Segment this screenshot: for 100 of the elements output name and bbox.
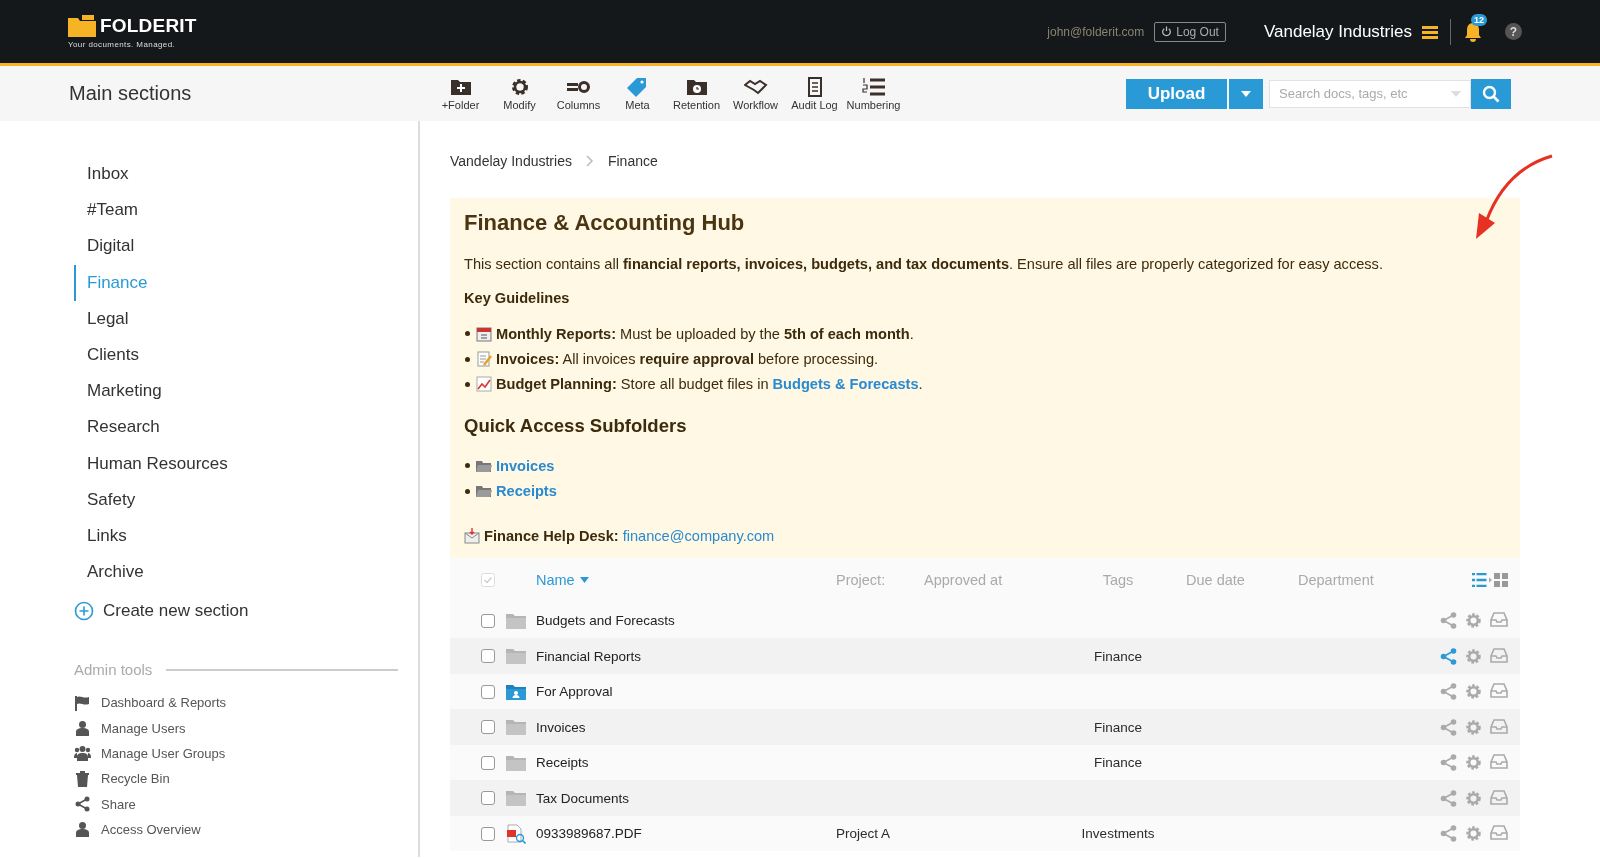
inbox-icon[interactable]: [1490, 612, 1508, 628]
sidebar-item[interactable]: Links: [74, 517, 418, 555]
table-row[interactable]: Receipts Finance: [450, 744, 1520, 781]
toolbar-button[interactable]: Retention: [667, 76, 726, 111]
row-checkbox[interactable]: [481, 720, 495, 735]
sidebar-item[interactable]: Human Resources: [74, 445, 418, 482]
admin-menu-item[interactable]: Manage Users: [74, 715, 418, 741]
help-button[interactable]: ?: [1505, 23, 1522, 40]
share-icon[interactable]: [1440, 789, 1457, 807]
settings-icon[interactable]: [1465, 647, 1482, 665]
inbox-icon[interactable]: [1490, 718, 1508, 734]
breadcrumb-link[interactable]: Vandelay Industries: [450, 153, 572, 169]
table-row[interactable]: Tax Documents: [450, 780, 1520, 816]
subfolder-link[interactable]: Receipts: [496, 483, 557, 500]
inbox-icon[interactable]: [1490, 647, 1508, 663]
guidelines-heading: Key Guidelines: [464, 290, 571, 306]
toolbar-button[interactable]: Numbering: [844, 76, 903, 111]
chart-icon: [476, 376, 492, 393]
toolbar-button[interactable]: Columns: [549, 76, 608, 111]
logo-text[interactable]: FOLDERIT: [100, 14, 197, 37]
section-heading: Admin tools: [74, 661, 153, 679]
file-name[interactable]: Receipts: [536, 755, 589, 771]
share-icon[interactable]: [1440, 825, 1457, 843]
admin-menu-item[interactable]: Recycle Bin: [74, 766, 418, 792]
sidebar-item[interactable]: Clients: [74, 336, 418, 374]
share-icon[interactable]: [1440, 647, 1457, 665]
admin-menu-item[interactable]: Share: [74, 791, 418, 817]
file-name[interactable]: For Approval: [536, 684, 613, 700]
breadcrumb-link[interactable]: Finance: [607, 153, 658, 169]
sidebar-item[interactable]: Safety: [74, 481, 418, 518]
share-icon[interactable]: [1440, 718, 1457, 736]
folder-icon: [506, 648, 526, 665]
table-row[interactable]: For Approval: [450, 673, 1520, 710]
folder-icon: [476, 484, 492, 499]
row-checkbox[interactable]: [481, 826, 495, 841]
users-icon: [74, 745, 91, 762]
settings-icon[interactable]: [1465, 754, 1482, 772]
share-icon[interactable]: [1440, 754, 1457, 772]
sidebar-item[interactable]: Archive: [74, 554, 418, 591]
upload-dropdown-button[interactable]: [1229, 78, 1263, 109]
settings-icon[interactable]: [1465, 825, 1482, 843]
admin-menu-item[interactable]: Manage User Groups: [74, 740, 418, 767]
toolbar-button[interactable]: +Folder: [431, 76, 490, 111]
share-icon[interactable]: [1440, 612, 1457, 630]
list-view-icon[interactable]: [1472, 573, 1492, 588]
sidebar-item[interactable]: Digital: [74, 228, 418, 265]
settings-icon[interactable]: [1465, 718, 1482, 736]
file-name[interactable]: Invoices: [536, 719, 586, 735]
inbox-icon[interactable]: [1490, 789, 1508, 805]
toolbar-button[interactable]: Workflow: [726, 76, 785, 111]
tagline: Your documents. Managed.: [68, 39, 177, 49]
admin-menu-item[interactable]: Dashboard & Reports: [74, 690, 418, 716]
settings-icon[interactable]: [1465, 683, 1482, 701]
table-row[interactable]: Invoices Finance: [450, 709, 1520, 745]
folder-link[interactable]: Budgets & Forecasts: [772, 376, 919, 393]
toolbar-button[interactable]: Meta: [608, 76, 667, 111]
row-checkbox[interactable]: [481, 613, 495, 628]
folder-icon: [506, 612, 526, 629]
company-name[interactable]: Vandelay Industries: [1263, 21, 1412, 42]
subfolders-heading: Quick Access Subfolders: [464, 415, 688, 438]
row-checkbox[interactable]: [481, 684, 495, 699]
caret-icon: [1240, 89, 1252, 98]
admin-menu-item[interactable]: Access Overview: [74, 816, 418, 843]
table-row[interactable]: Financial Reports Finance: [450, 638, 1520, 674]
row-checkbox[interactable]: [481, 755, 495, 770]
file-name[interactable]: 0933989687.PDF: [536, 826, 642, 842]
user-icon: [74, 720, 91, 737]
grid-view-icon[interactable]: [1494, 573, 1508, 588]
table-row[interactable]: 0933989687.PDF Project A Investments: [450, 815, 1520, 852]
panel-title: Finance & Accounting Hub: [464, 210, 746, 236]
logout-button[interactable]: Log Out: [1154, 21, 1226, 42]
toolbar-button[interactable]: Audit Log: [785, 76, 844, 111]
search-icon: [1482, 84, 1500, 103]
folder-icon: [476, 458, 492, 473]
sidebar-item[interactable]: Legal: [74, 300, 418, 337]
search-field[interactable]: Search docs, tags, etc: [1269, 79, 1471, 108]
share-icon[interactable]: [1440, 683, 1457, 701]
file-name[interactable]: Budgets and Forecasts: [536, 613, 675, 629]
menu-icon[interactable]: [1422, 24, 1438, 39]
inbox-icon[interactable]: [1490, 825, 1508, 841]
subfolder-link[interactable]: Invoices: [496, 457, 555, 474]
row-checkbox[interactable]: [481, 649, 495, 664]
sidebar-item[interactable]: Research: [74, 409, 418, 446]
create-section-button[interactable]: Create new section: [74, 601, 249, 622]
email-link[interactable]: finance@company.com: [622, 527, 775, 544]
envelope-icon: [464, 527, 480, 544]
row-checkbox[interactable]: [481, 791, 495, 806]
file-name[interactable]: Tax Documents: [536, 790, 630, 806]
settings-icon[interactable]: [1465, 612, 1482, 630]
toolbar-button[interactable]: Modify: [490, 76, 549, 111]
sidebar-item[interactable]: Marketing: [74, 373, 418, 410]
inbox-icon[interactable]: [1490, 683, 1508, 699]
pdf-search-icon: [506, 823, 526, 844]
file-name[interactable]: Financial Reports: [536, 648, 642, 664]
settings-icon[interactable]: [1465, 789, 1482, 807]
table-row[interactable]: Budgets and Forecasts: [450, 602, 1520, 639]
sidebar-item[interactable]: #Team: [74, 192, 418, 229]
inbox-icon[interactable]: [1490, 754, 1508, 770]
sidebar-item[interactable]: Inbox: [74, 156, 418, 193]
search-button[interactable]: [1471, 78, 1511, 109]
